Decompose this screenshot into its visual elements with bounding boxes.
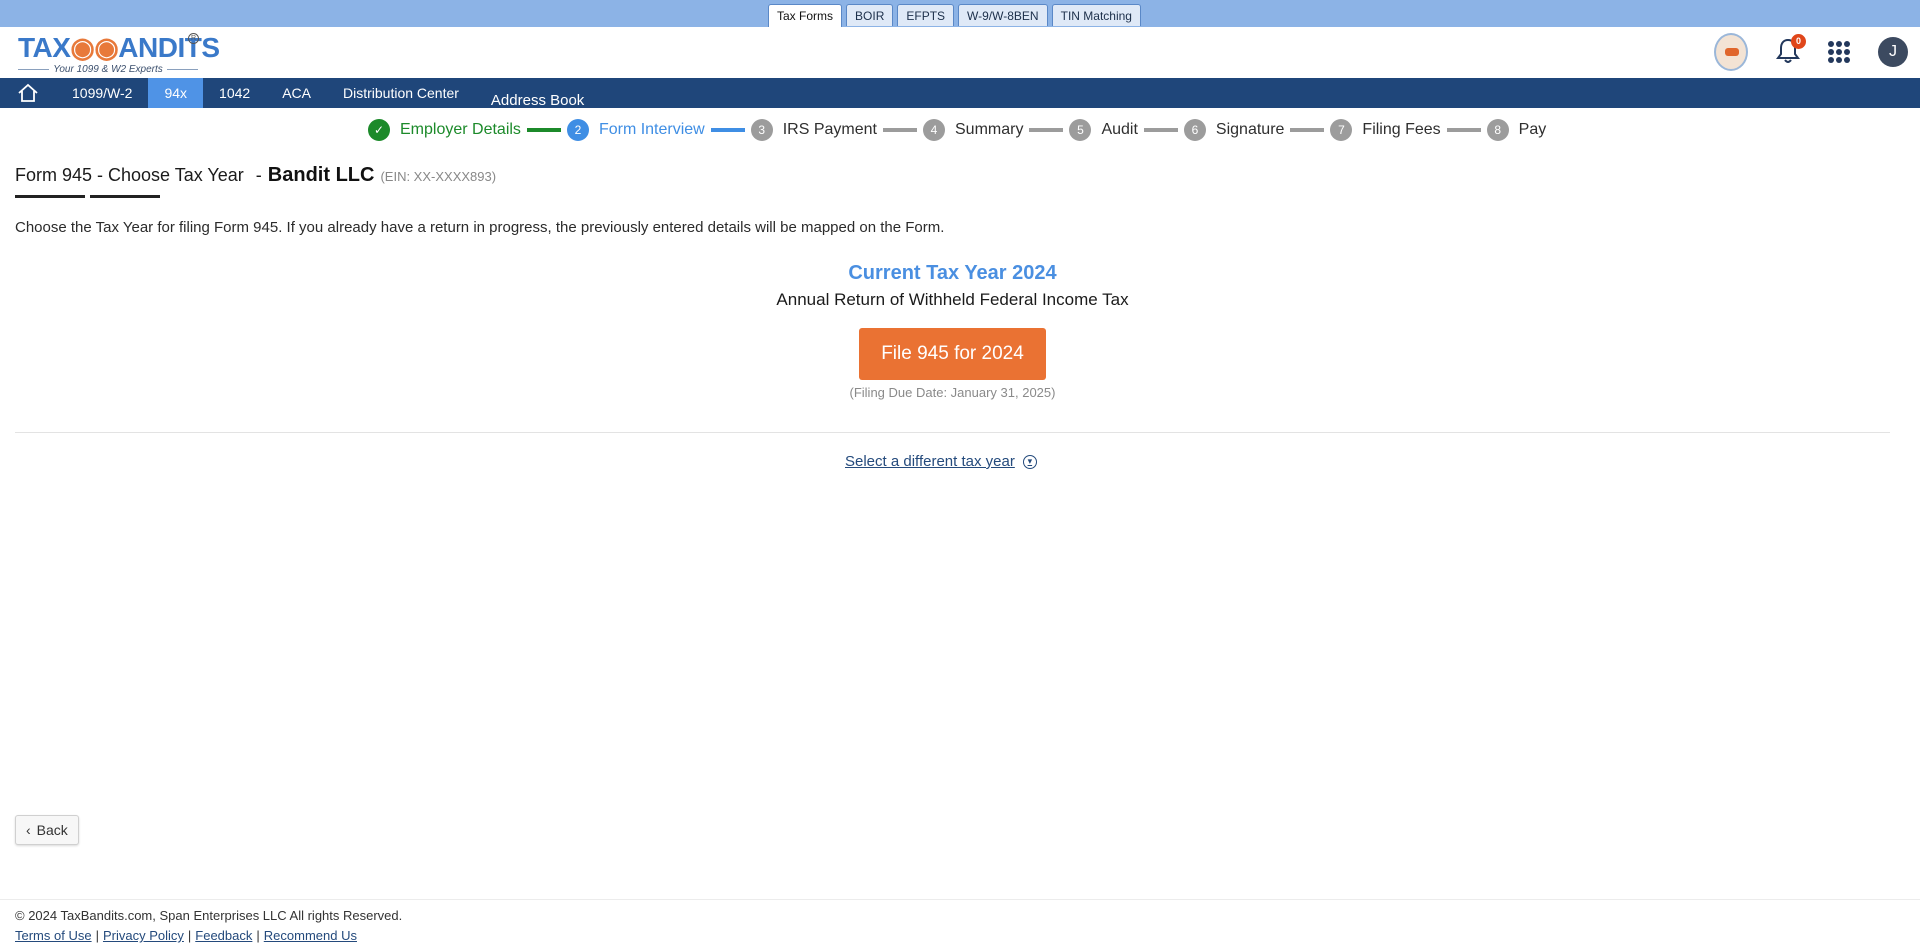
progress-stepper: ✓ Employer Details 2 Form Interview 3 IRS P…: [368, 117, 1546, 143]
form-title: Form 945 - Choose Tax Year: [15, 165, 244, 185]
logo-tagline: Your 1099 & W2 Experts: [18, 64, 199, 75]
step-summary: 4 Summary: [923, 119, 1023, 141]
file-945-button[interactable]: File 945 for 2024: [859, 328, 1046, 380]
footer-separator: |: [256, 928, 260, 943]
chevron-left-icon: ‹: [26, 822, 31, 838]
annual-return-subtitle: Annual Return of Withheld Federal Income…: [776, 290, 1129, 309]
taxbandits-logo[interactable]: TAX◉◉ANDITS R Your 1099 & W2 Experts: [18, 31, 220, 75]
step-connector: [883, 128, 917, 132]
home-icon[interactable]: [0, 78, 56, 108]
nav-item-94x[interactable]: 94x: [148, 78, 204, 108]
step-signature: 6 Signature: [1183, 119, 1285, 141]
product-tab-tax-forms[interactable]: Tax Forms: [768, 4, 843, 27]
back-label: Back: [36, 822, 68, 838]
step-connector: [1446, 128, 1481, 132]
product-tab-boir[interactable]: BOIR: [846, 4, 894, 26]
step-audit: 5 Audit: [1069, 119, 1138, 141]
step-label: Filing Fees: [1362, 121, 1441, 138]
step-label: Employer Details: [400, 121, 521, 138]
terms-of-use-link[interactable]: Terms of Use: [15, 928, 92, 943]
company-name: Bandit LLC: [267, 164, 375, 186]
user-avatar[interactable]: J: [1878, 37, 1908, 67]
product-tab-tin-matching[interactable]: TIN Matching: [1051, 4, 1141, 26]
title-underline: [15, 195, 85, 198]
filing-due-date: (Filing Due Date: January 31, 2025): [849, 385, 1056, 400]
step-label: IRS Payment: [782, 121, 877, 138]
step-label: Summary: [955, 121, 1024, 138]
step-irs-payment: 3 IRS Payment: [750, 119, 877, 141]
page-title: Form 945 - Choose Tax Year - Bandit LLC …: [15, 164, 496, 187]
assistant-bot-icon[interactable]: [1714, 33, 1748, 71]
nav-item-distribution-center[interactable]: Distribution Center: [327, 78, 475, 108]
step-label: Form Interview: [598, 121, 705, 138]
page-description: Choose the Tax Year for filing Form 945.…: [15, 219, 945, 236]
step-number: 4: [923, 119, 945, 141]
product-tabs: Tax Forms BOIR EFPTS W-9/W-8BEN TIN Matc…: [768, 4, 1141, 27]
different-year-label: Select a different tax year: [845, 453, 1015, 470]
step-number: 8: [1486, 119, 1509, 141]
product-tab-efpts[interactable]: EFPTS: [897, 4, 955, 26]
footer-separator: |: [95, 928, 99, 943]
ein-label: (EIN: XX-XXXX893): [380, 169, 497, 184]
notifications-bell-icon[interactable]: 0: [1776, 34, 1806, 66]
current-tax-year-heading: Current Tax Year 2024: [848, 262, 1057, 284]
nav-item-aca[interactable]: ACA: [266, 78, 327, 108]
step-connector: [1290, 128, 1325, 132]
step-connector: [526, 128, 561, 132]
nav-item-1042[interactable]: 1042: [203, 78, 266, 108]
footer-divider: [0, 899, 1920, 900]
registered-mark: R: [188, 33, 199, 44]
title-dash: -: [255, 165, 262, 185]
step-employer-details[interactable]: ✓ Employer Details: [368, 119, 521, 141]
select-different-tax-year-link[interactable]: Select a different tax year ▾: [845, 453, 1037, 470]
step-label: Signature: [1215, 121, 1285, 138]
notification-count-badge: 0: [1791, 34, 1806, 49]
header-actions: 0 J: [1714, 33, 1908, 71]
footer-links: Terms of Use | Privacy Policy | Feedback…: [15, 928, 357, 943]
step-number: 6: [1183, 119, 1206, 141]
product-tab-w9-w8ben[interactable]: W-9/W-8BEN: [958, 4, 1048, 26]
product-strip: Tax Forms BOIR EFPTS W-9/W-8BEN TIN Matc…: [0, 0, 1920, 27]
main-navbar: 1099/W-2 94x 1042 ACA Distribution Cente…: [0, 78, 1920, 109]
step-pay: 8 Pay: [1486, 119, 1547, 141]
chevron-down-icon: ▾: [1022, 454, 1037, 469]
step-number: 3: [750, 119, 773, 141]
footer-copyright: © 2024 TaxBandits.com, Span Enterprises …: [15, 908, 403, 923]
step-connector: [1029, 128, 1064, 132]
recommend-us-link[interactable]: Recommend Us: [264, 928, 357, 943]
check-icon: ✓: [368, 119, 390, 141]
nav-item-1099-w2[interactable]: 1099/W-2: [56, 78, 148, 108]
step-number: 2: [566, 119, 589, 141]
step-label: Audit: [1101, 121, 1138, 138]
step-number: 5: [1069, 119, 1092, 141]
title-underline: [90, 195, 160, 198]
step-number: 7: [1330, 119, 1353, 141]
back-button[interactable]: ‹ Back: [15, 815, 79, 845]
privacy-policy-link[interactable]: Privacy Policy: [103, 928, 184, 943]
step-filing-fees: 7 Filing Fees: [1330, 119, 1441, 141]
footer-separator: |: [187, 928, 192, 943]
step-connector: [1143, 128, 1178, 132]
step-label: Pay: [1518, 121, 1547, 138]
feedback-link[interactable]: Feedback: [195, 928, 252, 943]
header: TAX◉◉ANDITS R Your 1099 & W2 Experts 0 J: [0, 27, 1920, 78]
step-form-interview[interactable]: 2 Form Interview: [566, 119, 705, 141]
apps-grid-icon[interactable]: [1828, 41, 1850, 63]
section-divider: [15, 432, 1890, 433]
nav-item-address-book[interactable]: Address Book: [475, 78, 600, 109]
step-connector: [710, 128, 745, 132]
